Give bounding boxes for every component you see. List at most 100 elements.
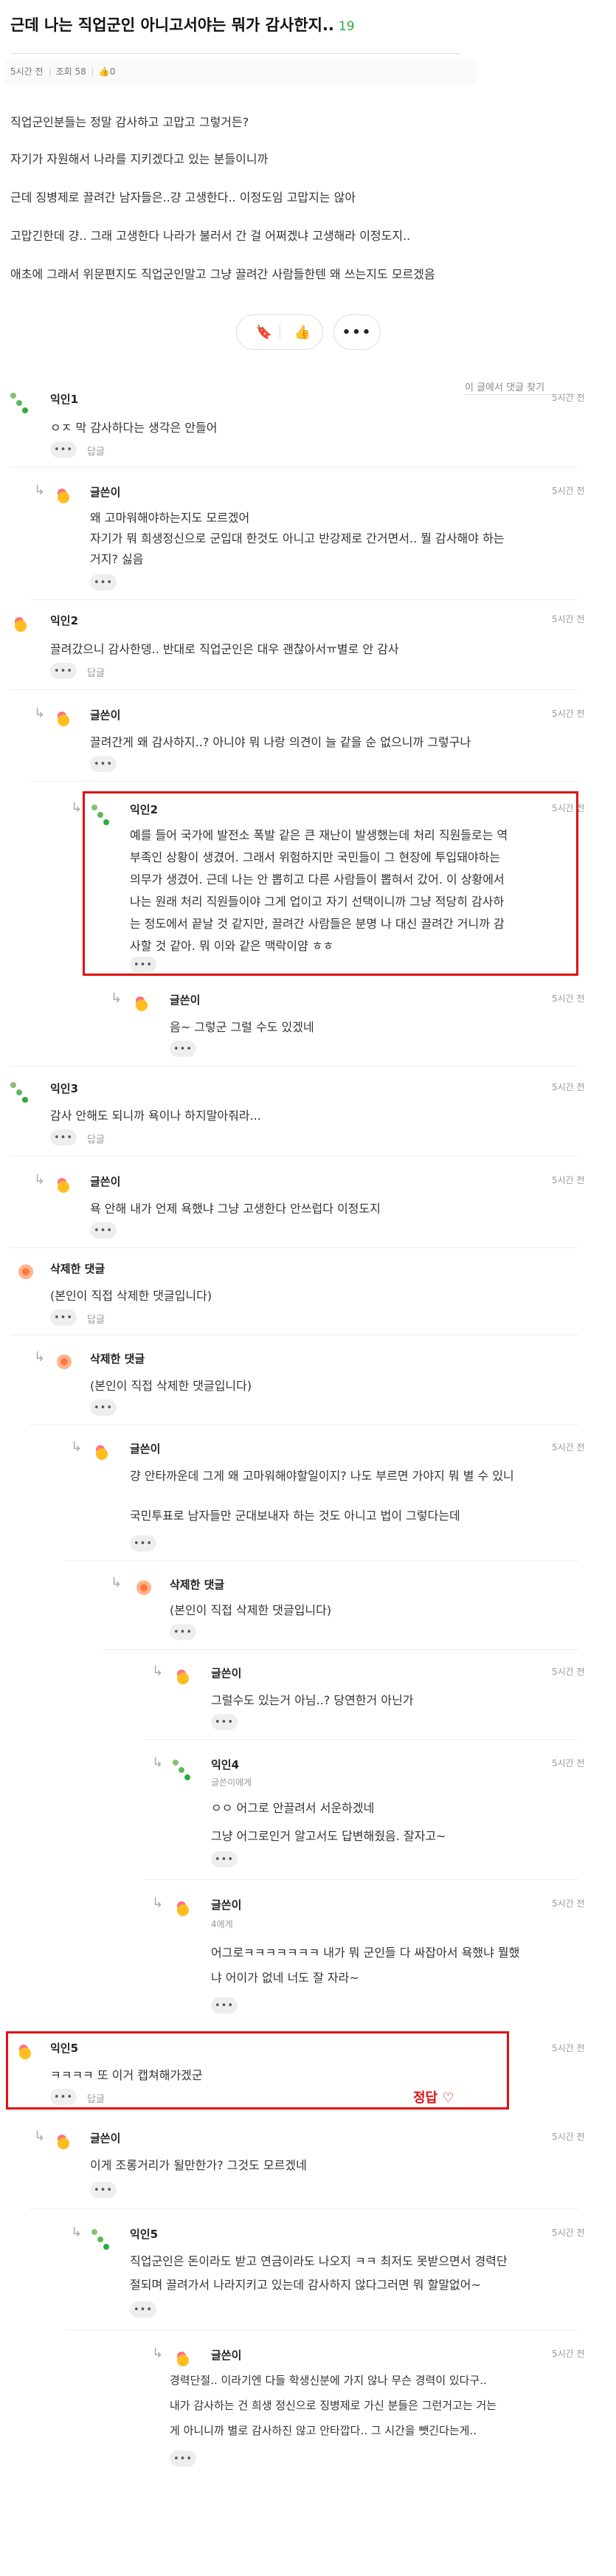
reply-arrow-icon: ↳	[34, 2129, 46, 2144]
comment-time: 5시간 전	[552, 1082, 585, 1092]
comment-time: 5시간 전	[552, 393, 585, 403]
comment-more-button[interactable]: •••	[170, 2451, 196, 2467]
comment-text: 예를 들어 국가에 발전소 폭발 같은 큰 재난이 발생했는데 처리 직원들로는…	[130, 828, 508, 842]
reply-button[interactable]: 답글	[87, 1312, 105, 1326]
comment-divider	[103, 1649, 578, 1650]
avatar-dots	[173, 1760, 192, 1780]
comment-time: 5시간 전	[552, 614, 585, 624]
avatar-blob	[174, 1668, 190, 1684]
meta-divider	[49, 68, 50, 76]
comment-more-button[interactable]: •••	[211, 1997, 238, 2014]
reply-button[interactable]: 답글	[87, 2091, 105, 2105]
reply-arrow-icon: ↳	[111, 1575, 122, 1591]
commenter-name: 익인3	[50, 1082, 79, 1095]
avatar-blob	[55, 1177, 71, 1193]
comment-text: 왜 고마워해야하는지도 모르겠어	[90, 511, 250, 525]
comment-time: 5시간 전	[552, 2043, 585, 2053]
comment-more-button[interactable]: •••	[130, 2301, 156, 2318]
avatar-dots	[10, 1082, 30, 1103]
commenter-name: 익인5	[130, 2228, 159, 2241]
more-options-button[interactable]: •••	[336, 314, 378, 350]
comment-time: 5시간 전	[552, 2228, 585, 2238]
comment-text: ㅇㅈ 막 감사하다는 생각은 안들어	[50, 421, 218, 435]
comment-more-button[interactable]: •••	[211, 1714, 238, 1730]
post-line: 고맙긴한데 걍.. 그래 고생한다 나라가 불러서 간 걸 어쩌겠냐 고생해라 …	[10, 229, 411, 243]
comment-text: 음~ 그렇군 그럴 수도 있겠네	[170, 1020, 314, 1034]
comment-text: 냐 어이가 없네 너도 잘 자라~	[211, 1971, 359, 1985]
comment-time: 5시간 전	[552, 2349, 585, 2359]
post-title-text: 근데 나는 직업군인 아니고서야는 뭐가 감사한지..	[10, 16, 334, 34]
comment-text: 감사 안해도 되니까 욕이나 하지말아줘라...	[50, 1109, 261, 1123]
comment-more-button[interactable]: •••	[50, 663, 77, 679]
like-button[interactable]: 👍	[282, 314, 323, 350]
comment-more-button[interactable]: •••	[90, 756, 117, 772]
comment-more-button[interactable]: •••	[170, 1041, 196, 1057]
bookmark-icon: 🔖	[255, 324, 273, 340]
comment-text: 게 아니니까 별로 감사하진 않고 안타깝다.. 그 시간을 뺏긴다는게..	[170, 2424, 477, 2437]
comment-more-button[interactable]: •••	[90, 1399, 117, 1416]
commenter-name: 익인5	[50, 2042, 79, 2055]
reply-arrow-icon: ↳	[34, 483, 46, 498]
post-line: 자기가 자원해서 나라를 지키겠다고 있는 분들이니까	[10, 152, 269, 166]
comment-divider	[10, 1066, 578, 1067]
post-line: 직업군인분들는 정말 감사하고 고맙고 그렇거든?	[10, 115, 249, 129]
thumbs-up-small-icon: 👍	[98, 66, 110, 77]
comment-divider	[30, 2208, 578, 2209]
reply-button[interactable]: 답글	[87, 1132, 105, 1146]
commenter-name: 삭제한 댓글	[170, 1578, 225, 1591]
reply-arrow-icon: ↳	[111, 991, 122, 1006]
comment-more-button[interactable]: •••	[170, 1624, 196, 1640]
comment-more-button[interactable]: •••	[90, 2182, 117, 2198]
avatar-blob	[174, 1900, 190, 1916]
comment-time: 5시간 전	[552, 1442, 585, 1453]
avatar-dots	[91, 805, 111, 825]
comment-more-button[interactable]: •••	[130, 957, 156, 973]
commenter-name: 글쓴이	[211, 2349, 242, 2362]
comment-more-button[interactable]: •••	[50, 1129, 77, 1146]
comment-divider	[66, 2329, 578, 2330]
comment-divider	[10, 689, 578, 690]
avatar-blob	[133, 995, 149, 1011]
comment-more-button[interactable]: •••	[90, 1222, 117, 1239]
reply-arrow-icon: ↳	[152, 1664, 164, 1679]
comment-text: 의무가 생겼어. 근데 나는 안 뽑히고 다른 사람들이 뽑혀서 갔어. 이 상…	[130, 872, 505, 886]
bookmark-button[interactable]: 🔖	[243, 314, 285, 350]
comment-text: 내가 감사하는 건 희생 정신으로 징병제로 가신 분들은 그런거고는 거는	[170, 2399, 497, 2412]
comment-divider	[30, 781, 578, 782]
meta-divider	[91, 68, 93, 76]
avatar-deleted	[18, 1264, 34, 1280]
comment-time: 5시간 전	[552, 993, 585, 1004]
reply-arrow-icon: ↳	[34, 706, 46, 721]
comment-more-button[interactable]: •••	[130, 1535, 156, 1552]
comment-time: 5시간 전	[552, 1758, 585, 1769]
comment-text: 어그로ㅋㅋㅋㅋㅋㅋㅋ 내가 뭐 군인들 다 싸잡아서 욕했냐 뭘했	[211, 1946, 520, 1960]
comment-text: 걍 안타까운데 그게 왜 고마워해야할일이지? 나도 부르면 가야지 뭐 별 수…	[130, 1469, 514, 1483]
comment-more-button[interactable]: •••	[50, 1309, 77, 1326]
reply-button[interactable]: 답글	[87, 444, 105, 458]
comment-time: 5시간 전	[552, 1667, 585, 1677]
commenter-name: 글쓴이	[90, 1175, 121, 1188]
commenter-name: 글쓴이	[170, 993, 201, 1007]
commenter-name: 글쓴이	[90, 709, 121, 722]
reply-arrow-icon: ↳	[34, 1172, 46, 1188]
title-divider	[10, 53, 460, 54]
comment-text: (본인이 직접 삭제한 댓글입니다)	[50, 1289, 212, 1303]
comment-text: 자기가 뭐 희생정신으로 군입대 한것도 아니고 반강제로 간거면서.. 뭘 감…	[90, 531, 505, 545]
avatar-deleted	[56, 1354, 72, 1370]
commenter-name: 삭제한 댓글	[50, 1262, 105, 1275]
find-comment-link[interactable]: 이 글에서 댓글 찾기	[465, 379, 544, 393]
comment-more-button[interactable]: •••	[50, 441, 77, 458]
comment-divider	[66, 1560, 578, 1561]
comment-text: 끌려갔으니 감사한뎅.. 반대로 직업군인은 대우 괜찮아서ㅠ별로 안 감사	[50, 642, 399, 656]
commenter-name: 글쓴이	[130, 1442, 161, 1456]
reply-button[interactable]: 답글	[87, 665, 105, 679]
reply-arrow-icon: ↳	[71, 1439, 83, 1455]
comment-text: 는 정도에서 끝날 것 같지만, 끌려간 사람들은 분명 나 대신 끌려간 거니…	[130, 917, 505, 931]
avatar-blob	[12, 616, 28, 632]
comment-more-button[interactable]: •••	[211, 1851, 238, 1867]
comment-more-button[interactable]: •••	[50, 2089, 77, 2105]
commenter-name: 글쓴이	[211, 1898, 242, 1912]
comment-text: 이게 조롱거리가 될만한가? 그것도 모르겠네	[90, 2158, 307, 2172]
comment-time: 5시간 전	[552, 1175, 585, 1185]
comment-more-button[interactable]: •••	[90, 574, 117, 590]
